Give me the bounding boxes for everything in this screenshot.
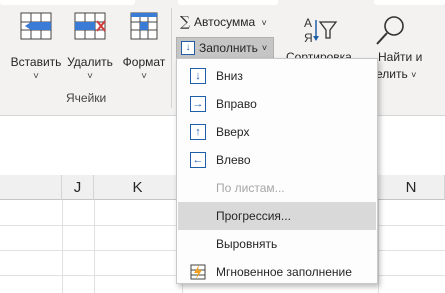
menu-item-label: Вверх (216, 125, 250, 139)
insert-button-label: Вставить (10, 55, 62, 69)
menu-item-series[interactable]: Прогрессия... (178, 202, 376, 230)
fill-button-label: Заполнить (199, 41, 258, 55)
col-line (62, 200, 63, 293)
chevron-down-icon: ˅ (33, 71, 39, 82)
format-cells-icon (130, 12, 158, 40)
column-header-j[interactable]: J (62, 175, 94, 200)
group-separator (171, 8, 172, 108)
menu-item-across-sheets: По листам... (178, 174, 376, 202)
fill-dropdown-menu: ↓ Вниз → Вправо ↑ Вверх ← Влево По листа… (176, 58, 378, 284)
format-cells-button[interactable]: Формат ˅ (116, 10, 172, 82)
menu-item-label: Мгновенное заполнение (216, 265, 352, 279)
menu-item-label: Вниз (216, 69, 243, 83)
delete-button-label: Удалить (67, 55, 113, 69)
col-line (378, 200, 379, 293)
menu-item-fill-down[interactable]: ↓ Вниз (178, 62, 376, 90)
insert-cells-icon (20, 12, 52, 40)
fill-down-arrow-icon: ↓ (181, 41, 195, 55)
cells-group-label: Ячейки (66, 91, 107, 105)
column-header-k[interactable]: K (94, 175, 182, 200)
find-select-label-2: елить ˅ (376, 67, 417, 81)
svg-text:А: А (304, 16, 312, 30)
autosum-button[interactable]: ∑ Автосумма ˅ (180, 14, 267, 30)
menu-item-label: Вправо (216, 97, 257, 111)
fill-up-icon: ↑ (190, 124, 206, 140)
menu-item-fill-left[interactable]: ← Влево (178, 146, 376, 174)
chevron-down-icon: ˅ (261, 18, 267, 28)
chevron-down-icon: ˅ (261, 43, 268, 53)
fill-down-icon: ↓ (190, 68, 206, 84)
fill-left-icon: ← (190, 152, 206, 168)
tab-strip-fragment (0, 0, 135, 5)
delete-cells-icon (74, 12, 106, 40)
column-header-n[interactable]: N (378, 175, 445, 200)
menu-item-label: Влево (216, 153, 251, 167)
tab-strip-fragment (178, 0, 278, 5)
flash-fill-icon (190, 264, 206, 280)
format-button-label: Формат (122, 55, 166, 69)
svg-text:Я: Я (304, 31, 313, 45)
menu-item-label: Выровнять (216, 237, 278, 251)
search-icon[interactable] (370, 14, 410, 48)
chevron-down-icon: ˅ (87, 71, 93, 82)
insert-cells-button[interactable]: Вставить ˅ (8, 10, 64, 82)
column-header[interactable] (0, 175, 62, 200)
menu-item-label: Прогрессия... (216, 209, 291, 223)
menu-item-fill-right[interactable]: → Вправо (178, 90, 376, 118)
delete-cells-button[interactable]: Удалить ˅ (62, 10, 118, 82)
find-select-label: Найти и (378, 50, 423, 64)
tab-strip-fragment (374, 0, 445, 5)
chevron-down-icon: ˅ (411, 70, 417, 80)
autosum-label: Автосумма (194, 15, 256, 29)
sigma-icon: ∑ (180, 14, 190, 30)
menu-item-flash-fill[interactable]: Мгновенное заполнение (178, 258, 376, 286)
chevron-down-icon: ˅ (141, 71, 147, 82)
sort-filter-icon[interactable]: А Я (304, 16, 338, 46)
fill-button[interactable]: ↓ Заполнить ˅ (176, 37, 274, 59)
col-line (94, 200, 95, 293)
menu-item-label: По листам... (216, 181, 285, 195)
menu-item-justify[interactable]: Выровнять (178, 230, 376, 258)
menu-item-fill-up[interactable]: ↑ Вверх (178, 118, 376, 146)
fill-right-icon: → (190, 96, 206, 112)
